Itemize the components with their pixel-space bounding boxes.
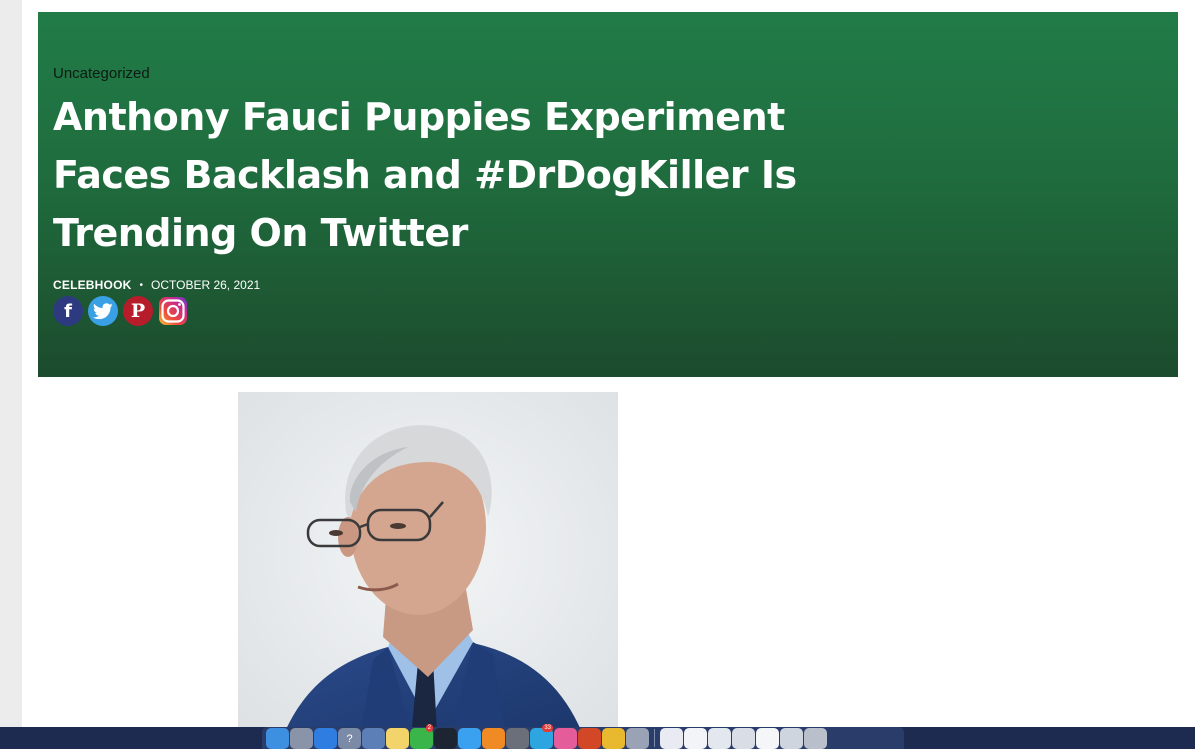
document-thumbnail-icon[interactable] bbox=[684, 728, 707, 749]
document-thumbnail-icon[interactable] bbox=[732, 728, 755, 749]
system-preferences-icon[interactable] bbox=[506, 728, 529, 749]
portrait-illustration bbox=[238, 392, 618, 749]
article-featured-image bbox=[238, 392, 618, 749]
page: Uncategorized Anthony Fauci Puppies Expe… bbox=[22, 0, 1195, 749]
telegram-badge: 33 bbox=[542, 724, 553, 732]
article-header: Uncategorized Anthony Fauci Puppies Expe… bbox=[38, 12, 1178, 377]
document-thumbnail-icon[interactable] bbox=[660, 728, 683, 749]
help-icon[interactable]: ? bbox=[338, 728, 361, 749]
macos-dock: ? 2 33 bbox=[262, 724, 904, 749]
publish-date: OCTOBER 26, 2021 bbox=[151, 278, 261, 292]
social-share-bar: f P bbox=[53, 296, 188, 326]
itunes-icon[interactable] bbox=[554, 728, 577, 749]
pinterest-icon: P bbox=[130, 300, 146, 322]
safari-icon[interactable] bbox=[314, 728, 337, 749]
twitter-icon bbox=[93, 302, 113, 319]
document-thumbnail-icon[interactable] bbox=[708, 728, 731, 749]
author-link[interactable]: CELEBHOOK bbox=[53, 278, 131, 292]
facetime-badge: 2 bbox=[425, 724, 433, 732]
chrome-icon[interactable] bbox=[602, 728, 625, 749]
messages-icon[interactable] bbox=[458, 728, 481, 749]
twitter-share-button[interactable] bbox=[88, 296, 118, 326]
instagram-icon bbox=[159, 297, 187, 325]
meta-separator: • bbox=[139, 279, 143, 291]
notes-icon[interactable] bbox=[386, 728, 409, 749]
dock-separator bbox=[654, 729, 655, 747]
document-thumbnail-icon[interactable] bbox=[780, 728, 803, 749]
article-title: Anthony Fauci Puppies Experiment Faces B… bbox=[53, 95, 797, 255]
pages-icon[interactable] bbox=[482, 728, 505, 749]
preview-icon[interactable] bbox=[362, 728, 385, 749]
launchpad-icon[interactable] bbox=[290, 728, 313, 749]
facetime-icon[interactable]: 2 bbox=[410, 724, 433, 749]
finder-icon[interactable] bbox=[266, 728, 289, 749]
facebook-share-button[interactable]: f bbox=[53, 296, 83, 326]
telegram-icon[interactable]: 33 bbox=[530, 724, 553, 749]
pinterest-share-button[interactable]: P bbox=[123, 296, 153, 326]
instagram-share-button[interactable] bbox=[158, 296, 188, 326]
powerpoint-icon[interactable] bbox=[578, 728, 601, 749]
quicktime-icon[interactable] bbox=[434, 728, 457, 749]
scanner-icon[interactable] bbox=[626, 728, 649, 749]
facebook-icon: f bbox=[64, 300, 72, 322]
document-thumbnail-icon[interactable] bbox=[756, 728, 779, 749]
trash-icon[interactable] bbox=[804, 728, 827, 749]
article-meta: CELEBHOOK • OCTOBER 26, 2021 bbox=[53, 278, 260, 292]
category-link[interactable]: Uncategorized bbox=[53, 65, 150, 82]
